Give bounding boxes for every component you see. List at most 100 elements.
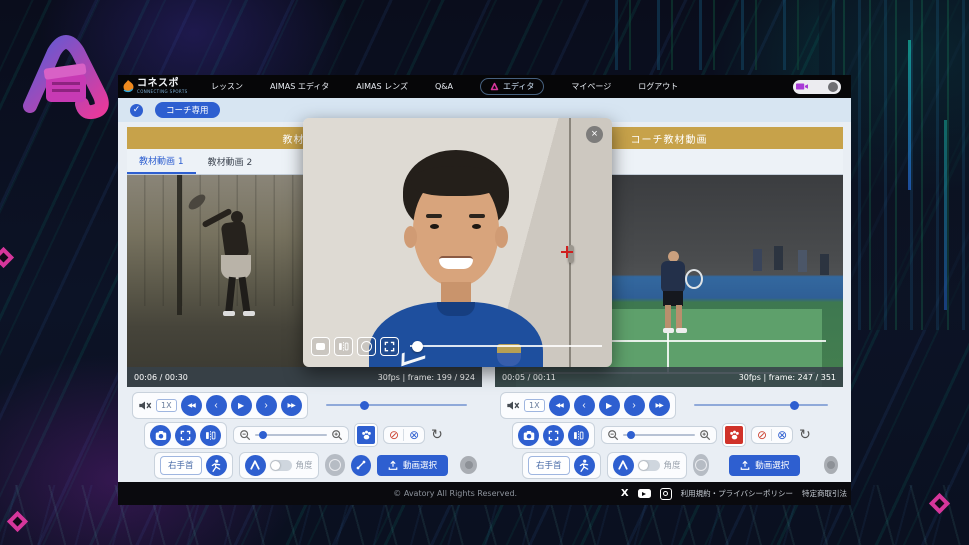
speed-button[interactable]: 1X	[156, 399, 177, 412]
commerce-law-link[interactable]: 特定商取引法	[802, 488, 847, 499]
next-frame-button[interactable]: ›	[624, 395, 645, 416]
coach-shoe	[663, 328, 674, 333]
angle-toggle-knob	[271, 461, 280, 470]
instagram-icon[interactable]	[660, 488, 672, 500]
webcam-overlay[interactable]: ×	[303, 118, 612, 367]
mute-icon[interactable]	[506, 399, 520, 412]
overlay-fullscreen-button[interactable]	[380, 337, 399, 356]
prohibit-icon[interactable]: ⊘	[389, 429, 399, 441]
zoom-in-icon[interactable]	[331, 429, 343, 441]
youtube-icon[interactable]	[638, 489, 651, 498]
x-social-icon[interactable]: X	[621, 488, 629, 499]
record-button[interactable]	[357, 337, 376, 356]
clear-annotation-icon[interactable]: ⊗	[771, 429, 787, 441]
nav-item-aimas-lens[interactable]: AIMAS レンズ	[356, 81, 408, 92]
paw-icon	[360, 429, 373, 441]
zoom-slider[interactable]	[623, 434, 695, 436]
fullscreen-button[interactable]	[175, 425, 196, 446]
zoom-in-icon[interactable]	[699, 429, 711, 441]
disabled-circle-button[interactable]	[460, 456, 477, 474]
nav-item-aimas-editor[interactable]: AIMAS エディタ	[270, 81, 329, 92]
person-fringe	[411, 166, 501, 196]
brand[interactable]: コネスポ CONNECTING SPORTS	[118, 79, 211, 94]
mirror-button[interactable]	[568, 425, 589, 446]
nav-item-qa[interactable]: Q&A	[435, 82, 453, 91]
brand-flame-icon	[123, 80, 134, 94]
runner-icon	[210, 459, 222, 472]
fullscreen-button[interactable]	[543, 425, 564, 446]
camera-toggle[interactable]	[793, 80, 841, 94]
play-button[interactable]: ▶	[599, 395, 620, 416]
overlay-mirror-button[interactable]	[334, 337, 353, 356]
transport-group: 1X ◀◀ ‹ ▶ › ▶▶	[132, 392, 308, 419]
seek-handle[interactable]	[790, 401, 799, 410]
line-tool-button[interactable]	[351, 455, 371, 476]
prev-frame-button[interactable]: ‹	[574, 395, 595, 416]
joint-select[interactable]: 右手首	[160, 456, 202, 475]
pose-button[interactable]	[206, 455, 227, 476]
speed-button[interactable]: 1X	[524, 399, 545, 412]
nav-item-editor-pill[interactable]: エディタ	[480, 78, 544, 95]
zoom-slider[interactable]	[255, 434, 327, 436]
zoom-out-icon[interactable]	[239, 429, 251, 441]
nav-item-logout[interactable]: ログアウト	[638, 81, 678, 92]
snapshot-button[interactable]	[311, 337, 330, 356]
erase-group: ⊘ ⊗	[751, 426, 793, 444]
capture-group	[144, 422, 227, 449]
seek-slider[interactable]	[326, 404, 467, 406]
camera-button[interactable]	[150, 425, 171, 446]
nav-item-mypage[interactable]: マイページ	[571, 81, 611, 92]
brand-subtitle: CONNECTING SPORTS	[137, 90, 188, 94]
zoom-handle[interactable]	[627, 431, 635, 439]
top-navbar: コネスポ CONNECTING SPORTS レッスン AIMAS エディタ A…	[118, 75, 851, 98]
angle-toggle[interactable]	[270, 460, 292, 471]
reset-icon[interactable]: ↻	[431, 428, 443, 442]
prev-frame-button[interactable]: ‹	[206, 395, 227, 416]
seek-handle[interactable]	[360, 401, 369, 410]
mute-icon[interactable]	[138, 399, 152, 412]
disabled-circle-button[interactable]	[824, 456, 838, 474]
draw-tool-button[interactable]	[355, 424, 377, 446]
video-camera-icon	[796, 82, 808, 91]
rewind-button[interactable]: ◀◀	[549, 395, 570, 416]
nav-item-lesson[interactable]: レッスン	[211, 81, 243, 92]
capture-group	[512, 422, 595, 449]
reset-icon[interactable]: ↻	[799, 428, 811, 442]
racket-head	[685, 269, 703, 289]
prohibit-icon[interactable]: ⊘	[757, 429, 767, 441]
play-button[interactable]: ▶	[231, 395, 252, 416]
aimas-button[interactable]	[613, 455, 634, 476]
next-frame-button[interactable]: ›	[256, 395, 277, 416]
terms-privacy-link[interactable]: 利用規約・プライバシーポリシー	[681, 488, 793, 499]
seek-slider[interactable]	[694, 404, 828, 406]
angle-toggle[interactable]	[638, 460, 660, 471]
aimas-button[interactable]	[245, 455, 266, 476]
forward-button[interactable]: ▶▶	[649, 395, 670, 416]
zoom-out-icon[interactable]	[607, 429, 619, 441]
measure-button-disabled[interactable]	[325, 454, 346, 476]
analysis-row: 右手首	[127, 450, 482, 480]
select-video-button[interactable]: 動画選択	[377, 455, 448, 476]
tab-material-video-1[interactable]: 教材動画 1	[127, 149, 196, 174]
camera-button[interactable]	[518, 425, 539, 446]
overlay-slider-handle[interactable]	[412, 341, 423, 352]
tab-material-video-2[interactable]: 教材動画 2	[196, 149, 265, 174]
forward-button[interactable]: ▶▶	[281, 395, 302, 416]
mirror-button[interactable]	[200, 425, 221, 446]
player-shoe	[223, 311, 235, 316]
pose-button[interactable]	[574, 455, 595, 476]
joint-select[interactable]: 右手首	[528, 456, 570, 475]
record-circle-icon	[361, 341, 372, 352]
draw-tool-button[interactable]	[723, 424, 745, 446]
upload-icon	[388, 460, 398, 471]
clear-annotation-icon[interactable]: ⊗	[403, 429, 419, 441]
close-overlay-button[interactable]: ×	[586, 126, 603, 143]
bg-person	[798, 250, 807, 272]
measure-button-disabled[interactable]	[693, 454, 710, 476]
avatory-logo	[14, 34, 118, 120]
overlay-slider[interactable]	[410, 345, 602, 347]
select-video-button[interactable]: 動画選択	[729, 455, 800, 476]
zoom-handle[interactable]	[259, 431, 267, 439]
inner-dot	[465, 461, 473, 469]
rewind-button[interactable]: ◀◀	[181, 395, 202, 416]
